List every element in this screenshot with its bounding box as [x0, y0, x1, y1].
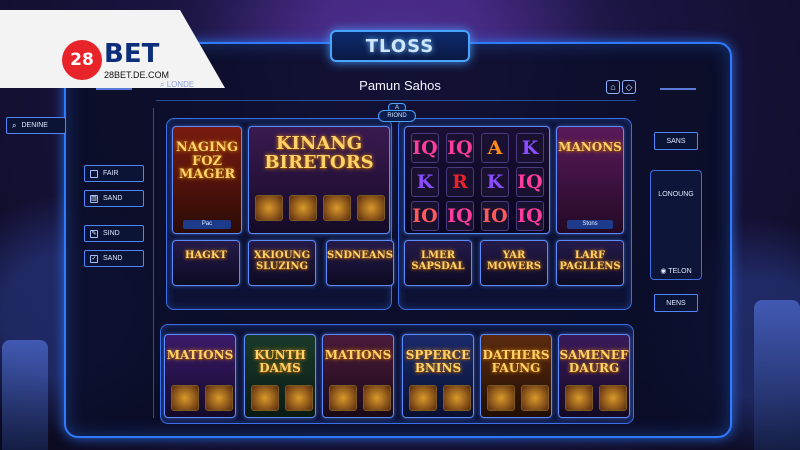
- header-divider: [156, 100, 636, 101]
- reel-symbol: IQ: [411, 133, 439, 163]
- sidebar-search-label: DENINE: [21, 122, 48, 129]
- slot-symbol: [289, 195, 317, 221]
- background-pillar: [2, 340, 48, 450]
- slot-symbol: [323, 195, 351, 221]
- reel-symbol: R: [446, 167, 474, 197]
- reel-symbol: IO: [411, 201, 439, 231]
- banner-title: XKIOUNG SLUZING: [253, 250, 311, 272]
- banner-title: LARF PAGLLENS: [559, 250, 621, 272]
- slot-symbol: [329, 385, 357, 411]
- sidebar-item-label: SAND: [103, 195, 123, 202]
- game-title: DATHERS FAUNG: [482, 348, 550, 375]
- game-title: MATIONS: [324, 348, 392, 362]
- game-tile[interactable]: KUNTH DAMS: [244, 334, 316, 418]
- slot-symbol: [205, 385, 233, 411]
- game-title: NAGING FOZ MAGER: [175, 140, 239, 183]
- logo-domain: 28BET.DE.COM: [104, 70, 170, 80]
- header-search-label: LONDE: [166, 80, 195, 89]
- right-info-box: LONOUNG ◉ TELON: [650, 170, 702, 280]
- sidebar-item-sand[interactable]: ▥ SAND: [84, 190, 144, 207]
- game-footer: Pac: [183, 220, 231, 229]
- sidebar-item-sind[interactable]: ✎ SIND: [84, 225, 144, 242]
- game-banner[interactable]: SNDNEANS: [326, 240, 394, 286]
- background-pillar: [754, 300, 800, 450]
- right-button-top[interactable]: SANS: [654, 132, 698, 150]
- right-box-footer: ◉ TELON: [660, 268, 692, 275]
- banner-title: LMER SAPSDAL: [411, 250, 465, 272]
- slot-symbol: [285, 385, 313, 411]
- game-banner[interactable]: HAGKT: [172, 240, 240, 286]
- slot-symbol: [487, 385, 515, 411]
- search-icon: ⌕: [12, 120, 17, 130]
- game-tile[interactable]: DATHERS FAUNG: [480, 334, 552, 418]
- banner-title: SNDNEANS: [327, 250, 393, 261]
- game-tile[interactable]: NAGING FOZ MAGER Pac: [172, 126, 242, 234]
- slot-symbol: [357, 195, 385, 221]
- home-icon[interactable]: ⌂: [606, 80, 620, 94]
- game-title: MANONS: [558, 140, 622, 154]
- game-title: KINANG BIRETORS: [264, 133, 374, 173]
- game-title: SAMENEF DAURG: [559, 348, 629, 375]
- sidebar-item-label: FAIR: [103, 170, 119, 177]
- reel-symbol: A: [481, 133, 509, 163]
- game-banner[interactable]: XKIOUNG SLUZING: [248, 240, 316, 286]
- reel-symbol: IQ: [516, 201, 544, 231]
- check-icon: ✓: [90, 254, 98, 263]
- reel-symbol: IQ: [516, 167, 544, 197]
- reel-symbol: K: [481, 167, 509, 197]
- sidebar-search-button[interactable]: ⌕ DENINE: [6, 117, 66, 134]
- page-title: Pamun Sahos: [359, 78, 441, 93]
- banner-title: HAGKT: [185, 250, 227, 261]
- decor-dash: [96, 88, 132, 90]
- reel-symbol: K: [516, 133, 544, 163]
- right-box-label: LONOUNG: [658, 191, 694, 198]
- sidebar-item-label: SAND: [103, 255, 123, 262]
- logo-mark: 28: [62, 40, 102, 80]
- slot-symbol: [599, 385, 627, 411]
- chart-icon: ▥: [90, 194, 98, 203]
- game-banner[interactable]: LARF PAGLLENS: [556, 240, 624, 286]
- slot-symbol: [251, 385, 279, 411]
- game-tile[interactable]: KINANG BIRETORS: [248, 126, 390, 234]
- chevron-down-icon[interactable]: ◇: [622, 80, 636, 94]
- slot-symbol: [409, 385, 437, 411]
- slot-symbol: [363, 385, 391, 411]
- game-tile[interactable]: MANONS Stons: [556, 126, 624, 234]
- reel-symbol: IQ: [446, 201, 474, 231]
- slot-symbol: [255, 195, 283, 221]
- game-tile[interactable]: SAMENEF DAURG: [558, 334, 630, 418]
- slot-symbol: [565, 385, 593, 411]
- game-tile[interactable]: SPPERCE BNINS: [402, 334, 474, 418]
- decor-dash: [660, 88, 696, 90]
- sidebar-item-fair[interactable]: FAIR: [84, 165, 144, 182]
- game-tile[interactable]: MATIONS: [164, 334, 236, 418]
- reel-symbol: K: [411, 167, 439, 197]
- sidebar-item-sand-2[interactable]: ✓ SAND: [84, 250, 144, 267]
- game-tile[interactable]: MATIONS: [322, 334, 394, 418]
- edit-icon: ✎: [90, 229, 98, 238]
- square-icon: [90, 169, 98, 178]
- slot-symbol: [171, 385, 199, 411]
- banner-title: YAR MOWERS: [486, 250, 542, 272]
- reel-symbol: IQ: [446, 133, 474, 163]
- game-banner[interactable]: LMER SAPSDAL: [404, 240, 472, 286]
- reel-symbol: IO: [481, 201, 509, 231]
- reel-grid[interactable]: IQ IQ A K K R K IQ IO IQ IO IQ: [404, 126, 550, 234]
- window-title: TLOSS: [330, 30, 470, 62]
- game-banner[interactable]: YAR MOWERS: [480, 240, 548, 286]
- slot-symbol: [443, 385, 471, 411]
- game-footer: Stons: [567, 220, 613, 229]
- game-title: MATIONS: [166, 348, 234, 362]
- logo-word: BET: [104, 39, 160, 69]
- sidebar-item-label: SIND: [103, 230, 120, 237]
- right-button-bottom[interactable]: NENS: [654, 294, 698, 312]
- slot-symbol: [521, 385, 549, 411]
- center-tag: RIOND: [378, 110, 416, 122]
- header-search[interactable]: ⌕ LONDE: [160, 80, 194, 90]
- game-title: SPPERCE BNINS: [405, 348, 471, 375]
- game-title: KUNTH DAMS: [254, 348, 306, 375]
